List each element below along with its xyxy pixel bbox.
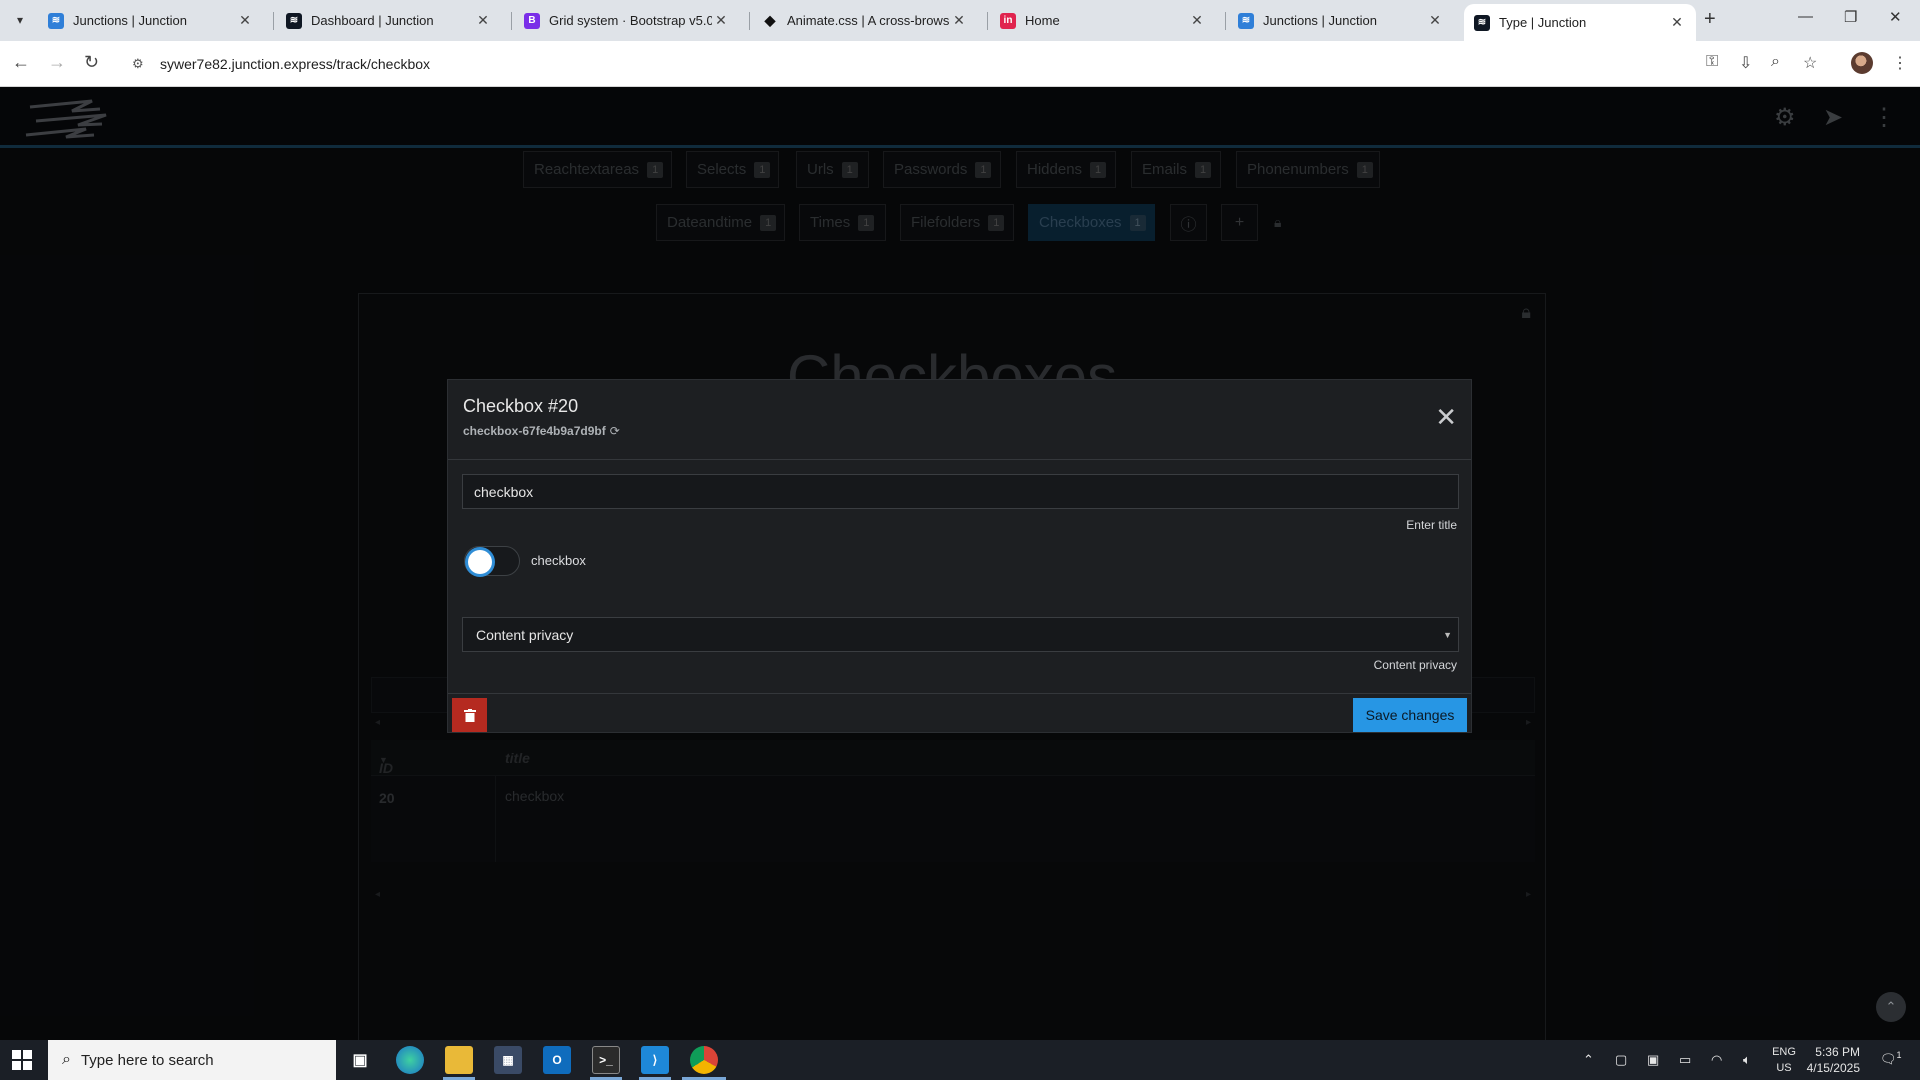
browser-tab[interactable]: ≋ Junctions | Junction ✕ — [38, 4, 264, 37]
notification-count: 1 — [1896, 1050, 1902, 1060]
password-key-icon[interactable]: ⚿ — [1706, 53, 1718, 71]
toggle-label: checkbox — [531, 553, 586, 568]
search-placeholder: Type here to search — [80, 1051, 214, 1069]
address-bar[interactable]: ⚙ sywer7e82.junction.express/track/check… — [124, 47, 1714, 81]
language-indicator[interactable]: ENG US — [1770, 1044, 1798, 1076]
reload-icon[interactable]: ↻ — [84, 52, 99, 73]
edge-browser-icon[interactable] — [396, 1046, 424, 1074]
windows-taskbar: ⌕ Type here to search ▣ ▦ O >_ ⟩ ⌃ ▢ ▣ ▭… — [0, 1040, 1920, 1080]
scroll-to-top-icon[interactable]: ⌃ — [1876, 992, 1906, 1022]
browser-tab-active[interactable]: ≋ Type | Junction ✕ — [1464, 4, 1696, 41]
invision-icon: in — [1000, 12, 1016, 29]
clock-date: 4/15/2025 — [1806, 1061, 1860, 1075]
edit-checkbox-modal: Checkbox #20 checkbox-67fe4b9a7d9bf ⟳ ✕ c… — [447, 379, 1472, 733]
outlook-icon[interactable]: O — [543, 1046, 571, 1074]
browser-tab[interactable]: B Grid system · Bootstrap v5.0 ✕ — [514, 4, 740, 37]
title-input[interactable]: checkbox — [462, 474, 1459, 509]
microsoft-store-icon[interactable]: ▦ — [494, 1046, 522, 1074]
modal-footer: Save changes — [448, 693, 1471, 734]
new-tab-plus-icon[interactable]: + — [1704, 8, 1716, 31]
chrome-icon[interactable] — [690, 1046, 718, 1074]
modal-header: Checkbox #20 checkbox-67fe4b9a7d9bf ⟳ ✕ — [448, 380, 1471, 460]
tab-title: Junctions | Junction — [1263, 13, 1377, 28]
junction-dark-icon: ≋ — [1474, 14, 1490, 31]
bootstrap-icon: B — [524, 12, 540, 29]
close-icon[interactable]: ✕ — [1435, 404, 1457, 430]
refresh-icon[interactable]: ⟳ — [610, 424, 620, 438]
tab-search-chevron-icon[interactable]: ▾ — [8, 8, 32, 32]
tab-title: Junctions | Junction — [73, 13, 187, 28]
browser-toolbar: ← → ↻ ⚙ sywer7e82.junction.express/track… — [0, 41, 1920, 87]
task-view-icon[interactable]: ▣ — [346, 1046, 374, 1074]
window-close-icon[interactable]: ✕ — [1889, 8, 1902, 26]
network-icon[interactable]: ◠ — [1711, 1052, 1722, 1068]
close-icon[interactable]: ✕ — [1668, 14, 1686, 31]
modal-title: Checkbox #20 — [463, 396, 579, 416]
tab-title: Type | Junction — [1499, 15, 1587, 30]
close-icon[interactable]: ✕ — [474, 12, 492, 29]
dropdown-caret-icon: ▼ — [1443, 630, 1452, 640]
app-viewport: ⚙ ➤ ⋮ Reachtextareas 1 Selects 1 Urls 1 Pas… — [0, 87, 1920, 1040]
browser-tab[interactable]: ≋ Junctions | Junction ✕ — [1228, 4, 1454, 37]
back-arrow-icon[interactable]: ← — [12, 52, 30, 73]
toggle-knob — [468, 550, 492, 574]
close-icon[interactable]: ✕ — [236, 12, 254, 29]
minimize-icon[interactable]: — — [1798, 8, 1813, 25]
junction-icon: ≋ — [1238, 12, 1254, 29]
volume-muted-icon[interactable]: 🔈︎ — [1743, 1052, 1751, 1068]
record-slug: checkbox-67fe4b9a7d9bf — [463, 424, 606, 438]
browser-tab[interactable]: ◆ Animate.css | A cross-browser l ✕ — [752, 4, 978, 37]
zoom-icon[interactable]: ⌕ — [1771, 53, 1780, 71]
url-text[interactable]: sywer7e82.junction.express/track/checkbo… — [160, 56, 430, 72]
file-explorer-icon[interactable] — [445, 1046, 473, 1074]
junction-icon: ≋ — [48, 12, 64, 29]
close-icon[interactable]: ✕ — [712, 12, 730, 29]
restore-icon[interactable]: ❐ — [1844, 8, 1857, 26]
tab-title: Animate.css | A cross-browser l — [787, 13, 950, 28]
taskbar-search-box[interactable]: ⌕ Type here to search — [48, 1040, 336, 1080]
forward-arrow-icon[interactable]: → — [48, 52, 66, 73]
install-app-icon[interactable]: ⇩ — [1739, 53, 1752, 73]
browser-menu-icon[interactable]: ⋮ — [1892, 53, 1908, 73]
site-info-icon[interactable]: ⚙ — [132, 56, 154, 72]
close-icon[interactable]: ✕ — [1188, 12, 1206, 29]
browser-tab-strip: ▾ ≋ Junctions | Junction ✕ ≋ Dashboard |… — [0, 0, 1920, 41]
tab-title: Home — [1025, 13, 1060, 28]
search-icon: ⌕ — [62, 1051, 71, 1068]
junction-dark-icon: ≋ — [286, 12, 302, 29]
close-icon[interactable]: ✕ — [950, 12, 968, 29]
profile-avatar[interactable] — [1851, 52, 1873, 74]
bookmark-star-icon[interactable]: ☆ — [1803, 53, 1817, 73]
title-help-text: Enter title — [1406, 518, 1457, 532]
trash-icon — [463, 708, 476, 722]
tab-title: Dashboard | Junction — [311, 13, 434, 28]
tray-chevron-up-icon[interactable]: ⌃ — [1583, 1052, 1594, 1068]
meet-now-icon[interactable]: ▢ — [1615, 1052, 1627, 1068]
save-changes-button[interactable]: Save changes — [1353, 698, 1467, 732]
delete-button[interactable] — [452, 698, 487, 732]
terminal-icon[interactable]: >_ — [592, 1046, 620, 1074]
clock-time: 5:36 PM — [1815, 1045, 1860, 1059]
checkbox-toggle[interactable] — [464, 546, 520, 576]
browser-tab[interactable]: in Home ✕ — [990, 4, 1216, 37]
windows-start-icon[interactable] — [12, 1050, 32, 1070]
system-clock[interactable]: 5:36 PM 4/15/2025 — [1800, 1044, 1860, 1076]
animate-icon: ◆ — [764, 12, 776, 28]
browser-tab[interactable]: ≋ Dashboard | Junction ✕ — [276, 4, 502, 37]
notification-center-icon[interactable]: 🗨︎1 — [1880, 1050, 1902, 1067]
security-icon[interactable]: ▣ — [1647, 1052, 1659, 1068]
battery-icon[interactable]: ▭ — [1679, 1052, 1691, 1068]
content-privacy-select[interactable]: Content privacy ▼ — [462, 617, 1459, 652]
tab-title: Grid system · Bootstrap v5.0 — [549, 13, 712, 28]
modal-subtitle: checkbox-67fe4b9a7d9bf ⟳ — [463, 424, 620, 438]
vscode-icon[interactable]: ⟩ — [641, 1046, 669, 1074]
privacy-help-text: Content privacy — [1373, 658, 1457, 672]
close-icon[interactable]: ✕ — [1426, 12, 1444, 29]
